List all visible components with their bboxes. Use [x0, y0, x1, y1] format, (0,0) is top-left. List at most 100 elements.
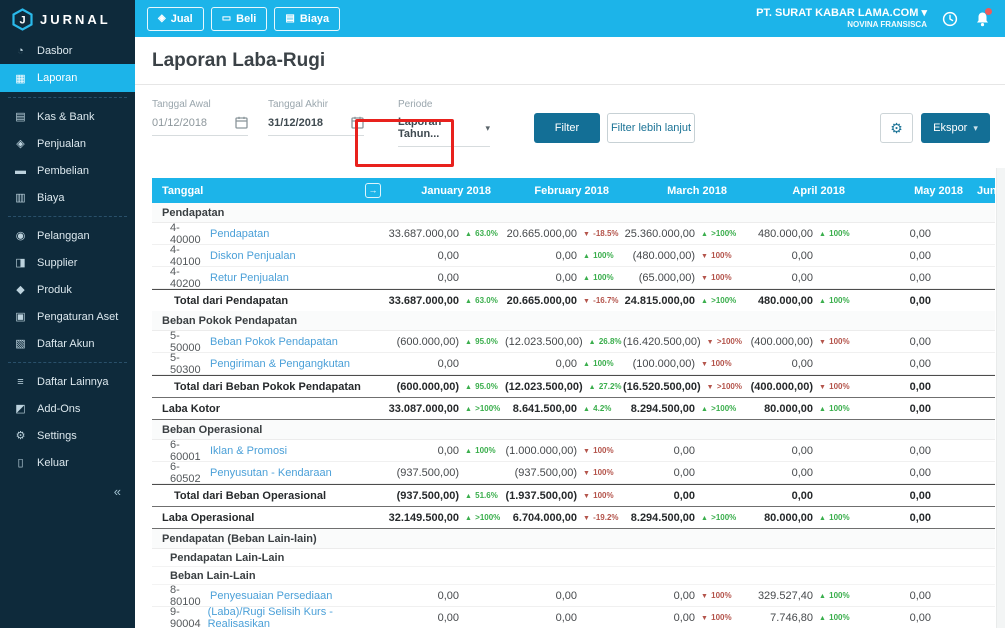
company-menu[interactable]: PT. SURAT KABAR LAMA.COM ▾ NOVINA FRANSI…: [756, 7, 927, 31]
period-value: Laporan Tahun...: [398, 116, 479, 140]
amount: 7.746,80: [741, 612, 813, 624]
end-date-input[interactable]: 31/12/2018: [268, 116, 364, 136]
trend-up-badge: ▲ 100%: [577, 273, 623, 282]
export-button[interactable]: Ekspor ▾: [921, 113, 990, 143]
amount: 0,00: [859, 381, 931, 393]
sidebar-item-pelanggan[interactable]: ◉ Pelanggan: [0, 222, 135, 249]
sidebar-item-pembelian[interactable]: ▬Pembelian: [0, 157, 135, 184]
trend-down-badge: ▼ 100%: [577, 468, 623, 477]
sidebar-item-label: Add-Ons: [37, 403, 80, 415]
trend-down-badge: ▼ 100%: [695, 591, 741, 600]
account-code: 8-80100: [152, 584, 210, 608]
value-cell: (937.500,00): [387, 467, 505, 479]
account-link[interactable]: Pendapatan: [210, 228, 269, 240]
notifications-bell-icon[interactable]: [973, 10, 991, 28]
sidebar-item-penjualan[interactable]: ◈Penjualan: [0, 130, 135, 157]
value-cell: 0,00: [387, 358, 505, 370]
trend-down-badge: ▼ 100%: [695, 613, 741, 622]
amount: 0,00: [505, 612, 577, 624]
amount: 8.641.500,00: [505, 403, 577, 415]
start-date-input[interactable]: 01/12/2018: [152, 116, 248, 136]
clipboard-icon: ▣: [12, 310, 29, 323]
amount: 8.294.500,00: [623, 512, 695, 524]
jual-button[interactable]: ◈Jual: [147, 7, 204, 31]
biaya-button[interactable]: ▤Biaya: [274, 7, 340, 31]
sidebar-item-keluar[interactable]: ▯Keluar: [0, 449, 135, 476]
amount: 0,00: [623, 467, 695, 479]
export-label: Ekspor: [933, 122, 967, 134]
trend-up-badge: ▲ 95.0%: [459, 382, 505, 391]
value-cell: 0,00: [859, 490, 977, 502]
value-cell: 0,00: [859, 250, 977, 262]
amount: (100.000,00): [623, 358, 695, 370]
beli-button[interactable]: ▭Beli: [211, 7, 268, 31]
table-row-section: Pendapatan (Beban Lain-lain): [152, 529, 995, 549]
period-dropdown[interactable]: Laporan Tahun... ▾: [398, 116, 490, 147]
table-row-account: 5-50000Beban Pokok Pendapatan(600.000,00…: [152, 331, 995, 353]
sidebar-item-settings[interactable]: ⚙Settings: [0, 422, 135, 449]
account-link[interactable]: Penyusutan - Kendaraan: [210, 467, 332, 479]
account-link[interactable]: Retur Penjualan: [210, 272, 289, 284]
arrow-down-icon: ▼: [707, 384, 714, 391]
sidebar-item-kas-bank[interactable]: ▤Kas & Bank: [0, 103, 135, 130]
value-cell: 0,00▲ 100%: [387, 445, 505, 457]
arrow-up-icon: ▲: [819, 615, 826, 622]
account-link[interactable]: Diskon Penjualan: [210, 250, 296, 262]
sidebar-item-label: Pelanggan: [37, 230, 90, 242]
value-cell: 0,00: [859, 336, 977, 348]
amount: 0,00: [505, 358, 577, 370]
amount: (937.500,00): [387, 467, 459, 479]
sidebar-item-supplier[interactable]: ◨Supplier: [0, 249, 135, 276]
sidebar-item-pengaturan-aset[interactable]: ▣Pengaturan Aset: [0, 303, 135, 330]
receipt-icon: ▤: [285, 13, 294, 24]
end-date-value: 31/12/2018: [268, 117, 323, 129]
button-label: Jual: [171, 13, 193, 25]
sidebar-item-biaya[interactable]: ▥Biaya: [0, 184, 135, 211]
gauge-icon: ◔: [12, 45, 29, 57]
sidebar-item-daftar-akun[interactable]: ▧Daftar Akun: [0, 330, 135, 357]
filter-button[interactable]: Filter: [534, 113, 600, 143]
report-table-header: Tanggal → January 2018February 2018March…: [152, 178, 995, 203]
value-cell: (937.500,00)▼ 100%: [505, 467, 623, 479]
amount: 25.360.000,00: [623, 228, 695, 240]
value-cell: 7.746,80▲ 100%: [741, 612, 859, 624]
advanced-filter-button[interactable]: Filter lebih lanjut: [607, 113, 695, 143]
value-cell: 0,00: [741, 358, 859, 370]
arrow-down-icon: ▼: [707, 339, 714, 346]
value-cell: 480.000,00▲ 100%: [741, 228, 859, 240]
trend-up-badge: ▲ 100%: [813, 404, 859, 413]
account-link[interactable]: Penyesuaian Persediaan: [210, 590, 332, 602]
account-link[interactable]: Beban Pokok Pendapatan: [210, 336, 338, 348]
brand-logo[interactable]: J JURNAL: [0, 0, 135, 37]
amount: 0,00: [741, 272, 813, 284]
account-code: 4-40100: [152, 244, 210, 268]
account-link[interactable]: Pengiriman & Pengangkutan: [210, 358, 350, 370]
scrollbar-gutter[interactable]: [996, 168, 1005, 628]
trend-down-badge: ▼ 100%: [577, 446, 623, 455]
trend-up-badge: ▲ 51.6%: [459, 491, 505, 500]
value-cell: (600.000,00)▲ 95.0%: [387, 381, 505, 393]
sidebar-item-laporan[interactable]: ▦Laporan: [0, 64, 135, 92]
account-link[interactable]: Iklan & Promosi: [210, 445, 287, 457]
people-icon: ◉: [12, 229, 29, 242]
value-cell: 0,00: [505, 590, 623, 602]
sidebar-item-dasbor[interactable]: ◔Dasbor: [0, 37, 135, 64]
sidebar-collapse-button[interactable]: «: [0, 476, 135, 499]
calendar-icon[interactable]: [235, 116, 248, 129]
value-cell: (100.000,00)▼ 100%: [623, 358, 741, 370]
expand-columns-icon[interactable]: →: [365, 183, 381, 198]
value-cell: 80.000,00▲ 100%: [741, 403, 859, 415]
arrow-up-icon: ▲: [819, 515, 826, 522]
history-clock-icon[interactable]: [941, 10, 959, 28]
amount: (937.500,00): [505, 467, 577, 479]
calendar-icon[interactable]: [351, 116, 364, 129]
sidebar-item-daftar-lainnya[interactable]: ≡Daftar Lainnya: [0, 368, 135, 395]
trend-down-badge: ▼ 100%: [695, 273, 741, 282]
account-link[interactable]: (Laba)/Rugi Selisih Kurs - Realisasikan: [208, 606, 387, 628]
settings-gear-button[interactable]: ⚙: [880, 113, 913, 143]
arrow-up-icon: ▲: [819, 298, 826, 305]
value-cell: 0,00: [387, 590, 505, 602]
sidebar-item-add-ons[interactable]: ◩Add-Ons: [0, 395, 135, 422]
trend-up-badge: ▲ >100%: [459, 513, 505, 522]
sidebar-item-produk[interactable]: ◆Produk: [0, 276, 135, 303]
